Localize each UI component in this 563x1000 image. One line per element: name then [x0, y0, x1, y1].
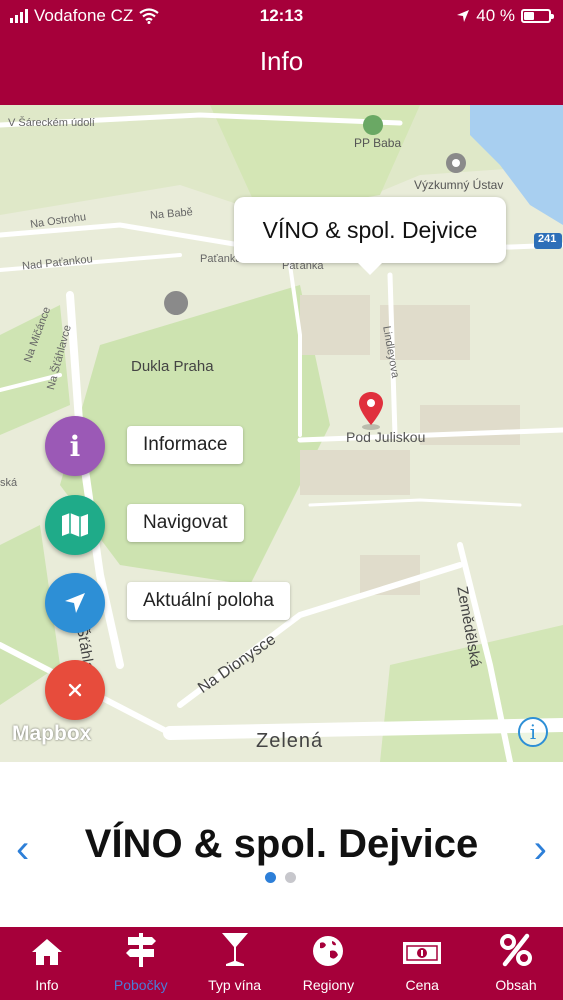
map-attribution-info-button[interactable]: i [518, 717, 548, 747]
tab-typ-vina[interactable]: Typ vína [188, 927, 282, 1000]
map-callout[interactable]: VÍNO & spol. Dejvice [234, 197, 506, 275]
location-fab-button[interactable] [45, 573, 105, 633]
tab-label: Pobočky [113, 977, 168, 993]
page-indicator [265, 872, 296, 883]
map-icon [62, 513, 88, 537]
info-action-label[interactable]: Informace [127, 426, 244, 464]
map-pin-icon[interactable] [358, 391, 384, 431]
mapbox-logo[interactable]: Mapbox [12, 722, 91, 746]
wine-glass-icon [221, 933, 248, 966]
location-arrow-icon [65, 593, 85, 613]
map-road-shield-241: 241 [538, 233, 557, 245]
map-label-vyzkumny: Výzkumný Ústav [414, 178, 504, 192]
tab-label: Info [35, 977, 59, 993]
next-branch-button[interactable]: › [534, 827, 547, 872]
location-action-label[interactable]: Aktuální poloha [127, 582, 290, 620]
status-bar: Vodafone CZ 12:13 40 % [0, 0, 563, 30]
close-icon [68, 683, 82, 697]
map-label-pod-juliskou: Pod Juliskou [346, 429, 426, 445]
battery-icon [521, 9, 554, 23]
map-label-pp-baba: PP Baba [354, 136, 402, 150]
tab-info[interactable]: Info [0, 927, 94, 1000]
home-icon [31, 939, 62, 965]
tab-bar: Info Pobočky Typ vína Regiony Cena Obsah [0, 927, 563, 1000]
battery-percent: 40 % [476, 6, 515, 25]
map-label-dukla: Dukla Praha [131, 358, 214, 375]
close-fab-button[interactable] [45, 660, 105, 720]
tab-cena[interactable]: Cena [375, 927, 469, 1000]
branch-name: VÍNO & spol. Dejvice [84, 822, 479, 866]
map-label-zelena: Zelená [256, 730, 324, 752]
location-arrow-icon [457, 10, 470, 22]
globe-icon [313, 936, 344, 966]
branch-carousel[interactable]: ‹ VÍNO & spol. Dejvice › [0, 762, 563, 927]
info-fab-button[interactable]: i [45, 416, 105, 476]
page-title: Info [259, 46, 304, 76]
tab-label: Regiony [302, 977, 355, 993]
tab-label: Typ vína [208, 977, 262, 993]
map-label-ska: ská [0, 477, 18, 489]
info-icon: i [69, 429, 81, 463]
tab-pobocky[interactable]: Pobočky [94, 927, 188, 1000]
tab-obsah[interactable]: Obsah [469, 927, 563, 1000]
page-dot [285, 872, 296, 883]
navigate-fab-button[interactable] [45, 495, 105, 555]
map-label-top-street: V Šáreckém údolí [8, 117, 95, 129]
nav-header: Info [0, 30, 563, 105]
tab-label: Obsah [495, 977, 537, 993]
callout-title: VÍNO & spol. Dejvice [262, 216, 478, 243]
page-dot-active [265, 872, 276, 883]
tab-regiony[interactable]: Regiony [281, 927, 375, 1000]
status-right: 40 % [456, 6, 554, 26]
navigate-action-label[interactable]: Navigovat [127, 504, 244, 542]
signpost-icon [125, 933, 156, 967]
tab-label: Cena [405, 977, 439, 993]
percent-icon [500, 933, 533, 967]
banknote-icon [403, 942, 442, 964]
